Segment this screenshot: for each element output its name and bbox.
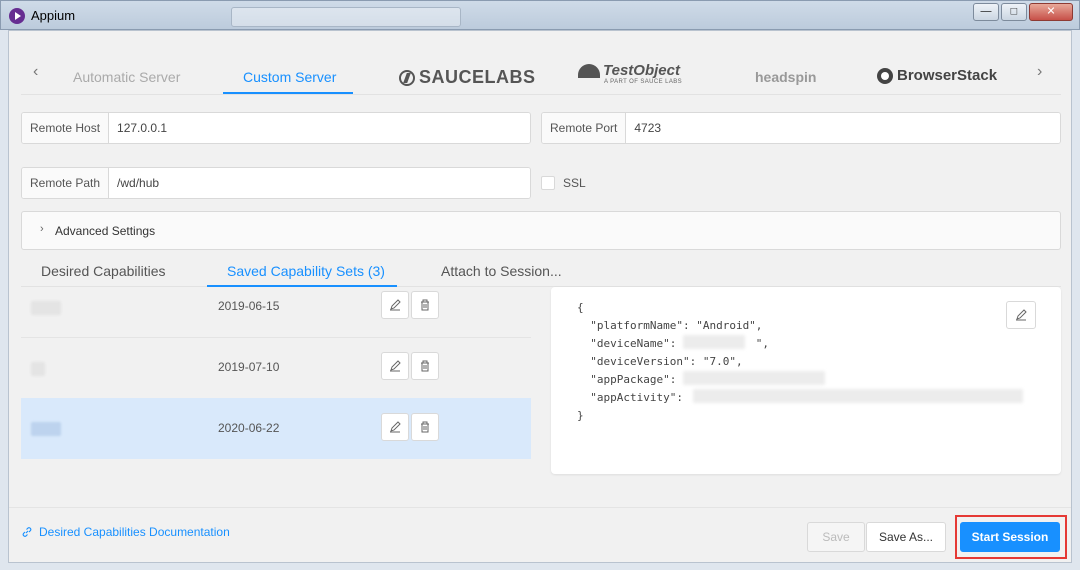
tabs-prev-icon[interactable]: ‹ <box>33 63 38 81</box>
start-session-button[interactable]: Start Session <box>960 522 1060 552</box>
edit-pencil-icon <box>390 421 401 433</box>
delete-set-button[interactable] <box>411 352 439 380</box>
json-line: "platformName": "Android", <box>577 319 763 332</box>
footer-divider <box>9 507 1071 508</box>
edit-pencil-icon <box>390 360 401 372</box>
saved-set-date: 2019-07-10 <box>218 360 280 374</box>
maximize-button[interactable]: □ <box>1001 3 1027 21</box>
edit-json-button[interactable] <box>1006 301 1036 329</box>
trash-icon <box>421 421 429 433</box>
remote-host-label: Remote Host <box>22 113 110 143</box>
background-window-ghost <box>231 7 461 27</box>
tab-headspin[interactable]: headspin <box>755 69 816 85</box>
doc-link-label: Desired Capabilities Documentation <box>39 525 230 539</box>
saucelabs-bolt-icon <box>399 69 415 86</box>
redacted-name <box>31 301 61 315</box>
trash-icon <box>421 360 429 372</box>
minimize-icon: — <box>980 5 992 18</box>
json-line: "deviceVersion": "7.0", <box>577 355 743 368</box>
advanced-settings-label: Advanced Settings <box>55 224 156 238</box>
appium-logo-icon <box>9 8 25 24</box>
chevron-right-icon: › <box>40 223 44 235</box>
remote-host-input[interactable] <box>109 113 530 143</box>
edit-pencil-icon <box>390 299 401 311</box>
redacted-value <box>683 335 745 349</box>
desired-capabilities-doc-link[interactable]: Desired Capabilities Documentation <box>21 525 230 539</box>
saucelabs-logo-text: SAUCELABS <box>419 67 536 87</box>
remote-port-input[interactable] <box>626 113 1060 143</box>
json-line: { <box>577 301 584 314</box>
window-titlebar: Appium — □ ✕ <box>0 0 1080 30</box>
edit-set-button[interactable] <box>381 413 409 441</box>
saved-set-row-selected[interactable]: 2020-06-22 <box>21 398 531 459</box>
saved-capability-list: 2019-06-15 2019-07-10 2020-06-22 <box>21 287 531 459</box>
server-tabs: ‹ Automatic Server Custom Server SAUCELA… <box>21 49 1061 95</box>
remote-port-field: Remote Port <box>541 112 1061 144</box>
redacted-name <box>31 362 45 376</box>
ssl-label: SSL <box>563 176 586 190</box>
json-content: { "platformName": "Android", "deviceName… <box>577 299 769 425</box>
browserstack-eye-icon <box>877 67 893 84</box>
redacted-value <box>683 371 825 385</box>
window-controls: — □ ✕ <box>973 3 1073 21</box>
remote-port-label: Remote Port <box>542 113 627 143</box>
edit-pencil-icon <box>1016 309 1027 321</box>
saved-set-row[interactable]: 2019-06-15 <box>21 277 531 338</box>
testobject-gear-icon <box>578 63 600 78</box>
active-tab-indicator <box>223 92 353 94</box>
tab-automatic-server[interactable]: Automatic Server <box>73 69 180 85</box>
trash-icon <box>421 299 429 311</box>
app-frame: ‹ Automatic Server Custom Server SAUCELA… <box>8 30 1072 563</box>
testobject-subtitle: A PART OF SAUCE LABS <box>604 79 683 85</box>
delete-set-button[interactable] <box>411 413 439 441</box>
tab-custom-server[interactable]: Custom Server <box>243 69 336 85</box>
testobject-logo-text: TestObject <box>603 62 680 79</box>
minimize-button[interactable]: — <box>973 3 999 21</box>
ssl-checkbox[interactable]: SSL <box>541 176 586 190</box>
close-button[interactable]: ✕ <box>1029 3 1073 21</box>
remote-path-field: Remote Path <box>21 167 531 199</box>
capabilities-json-panel: { "platformName": "Android", "deviceName… <box>551 287 1061 474</box>
json-line: "appPackage": <box>577 373 677 386</box>
close-icon: ✕ <box>1046 5 1056 18</box>
remote-path-input[interactable] <box>109 168 530 198</box>
save-as-button[interactable]: Save As... <box>866 522 946 552</box>
json-line: "appActivity": <box>577 391 683 404</box>
tab-testobject[interactable]: TestObject A PART OF SAUCE LABS <box>578 62 682 85</box>
advanced-settings-collapse[interactable]: › Advanced Settings <box>21 211 1061 250</box>
edit-set-button[interactable] <box>381 291 409 319</box>
saved-set-date: 2020-06-22 <box>218 421 280 435</box>
tab-browserstack[interactable]: BrowserStack <box>877 67 997 84</box>
window-title: Appium <box>31 8 76 23</box>
delete-set-button[interactable] <box>411 291 439 319</box>
maximize-icon: □ <box>1010 5 1018 18</box>
tab-saucelabs[interactable]: SAUCELABS <box>399 67 536 88</box>
json-line: } <box>577 409 584 422</box>
redacted-value <box>693 389 1023 403</box>
remote-path-label: Remote Path <box>22 168 110 198</box>
saved-set-row[interactable]: 2019-07-10 <box>21 338 531 399</box>
remote-host-field: Remote Host <box>21 112 531 144</box>
save-button[interactable]: Save <box>807 522 865 552</box>
saved-set-date: 2019-06-15 <box>218 299 280 313</box>
ssl-checkbox-box[interactable] <box>541 176 555 190</box>
link-icon <box>22 527 32 537</box>
tabs-next-icon[interactable]: › <box>1037 63 1042 81</box>
browserstack-logo-text: BrowserStack <box>897 67 998 84</box>
edit-set-button[interactable] <box>381 352 409 380</box>
redacted-name <box>31 422 61 436</box>
